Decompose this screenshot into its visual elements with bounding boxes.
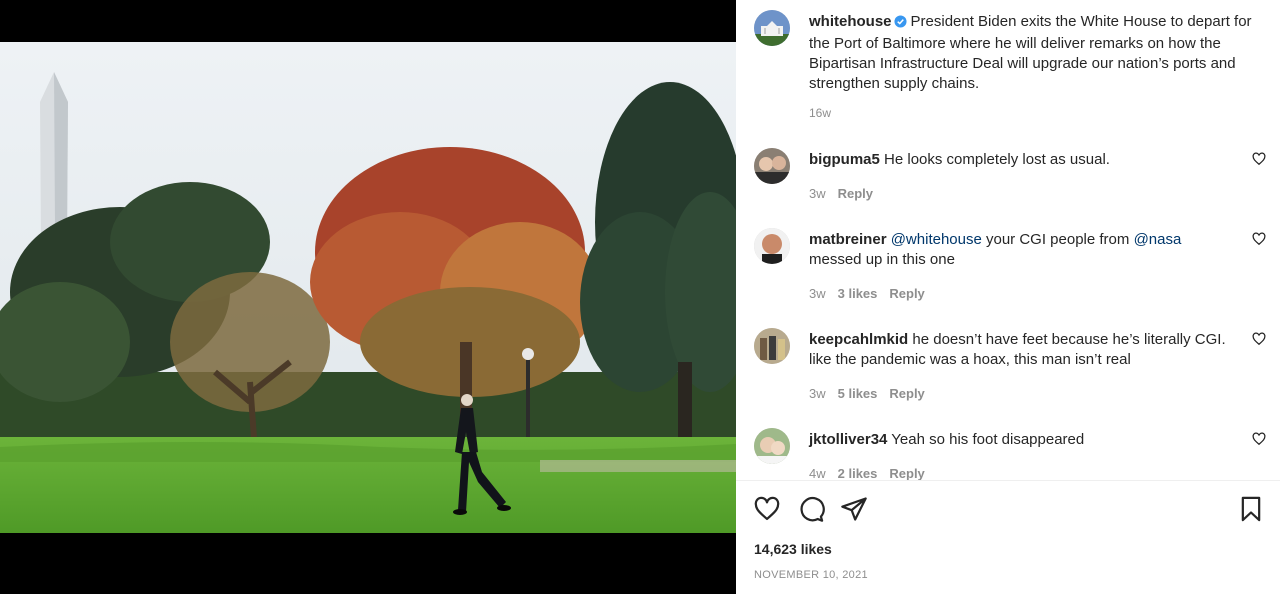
comment-reply-button[interactable]: Reply	[889, 466, 924, 480]
comment-likes[interactable]: 3 likes	[838, 286, 878, 301]
comment-item: keepcahlmkid he doesn’t have feet becaus…	[736, 326, 1280, 416]
heart-icon[interactable]	[1252, 232, 1266, 246]
comment-username[interactable]: keepcahlmkid	[809, 331, 908, 348]
whitehouse-avatar[interactable]	[754, 10, 790, 46]
comment-reply-button[interactable]: Reply	[889, 386, 924, 401]
comment-meta: 3w 3 likes Reply	[809, 286, 937, 301]
commenter-avatar[interactable]	[754, 148, 790, 184]
comment-reply-button[interactable]: Reply	[838, 186, 873, 201]
post-like-count[interactable]: 14,623 likes	[754, 541, 832, 557]
comment-item: jktolliver34 Yeah so his foot disappeare…	[736, 426, 1280, 480]
caption-username[interactable]: whitehouse	[809, 13, 892, 30]
comment-bubble-icon[interactable]	[797, 495, 825, 523]
comment-mention[interactable]: @nasa	[1134, 231, 1182, 248]
commenter-avatar[interactable]	[754, 428, 790, 464]
comment-likes[interactable]: 5 likes	[838, 386, 878, 401]
comment-meta: 3w 5 likes Reply	[809, 386, 937, 401]
comment-mention[interactable]: @whitehouse	[891, 231, 982, 248]
comment-time[interactable]: 3w	[809, 386, 826, 401]
commenter-avatar[interactable]	[754, 328, 790, 364]
post-action-bar	[736, 481, 1280, 541]
comment-username[interactable]: bigpuma5	[809, 151, 880, 168]
comment-username[interactable]: jktolliver34	[809, 431, 887, 448]
comment-body: your CGI people from	[981, 231, 1134, 248]
comment-body: Yeah so his foot disappeared	[891, 431, 1085, 448]
post-sidebar: whitehouse President Biden exits the Whit…	[736, 0, 1280, 594]
post-media	[0, 0, 736, 594]
comment-reply-button[interactable]: Reply	[889, 286, 924, 301]
white-house-lawn-photo	[0, 42, 736, 533]
caption-time[interactable]: 16w	[809, 106, 831, 120]
comment-likes[interactable]: 2 likes	[838, 466, 878, 480]
comment-time[interactable]: 4w	[809, 466, 826, 480]
comment-username[interactable]: matbreiner	[809, 231, 887, 248]
comment-time[interactable]: 3w	[809, 186, 826, 201]
comments-scroll-area[interactable]: whitehouse President Biden exits the Whit…	[736, 0, 1280, 480]
comment-time[interactable]: 3w	[809, 286, 826, 301]
caption-text: whitehouse President Biden exits the Whit…	[809, 12, 1259, 94]
comment-item: matbreiner @whitehouse your CGI people f…	[736, 226, 1280, 316]
comment-text: keepcahlmkid he doesn’t have feet becaus…	[809, 330, 1234, 370]
comment-meta: 3w Reply	[809, 186, 885, 201]
comment-meta: 4w 2 likes Reply	[809, 466, 937, 480]
post-photo[interactable]	[0, 42, 736, 533]
comment-body: messed up in this one	[809, 251, 955, 268]
heart-icon[interactable]	[753, 495, 781, 523]
bookmark-icon[interactable]	[1237, 495, 1265, 523]
comment-text: matbreiner @whitehouse your CGI people f…	[809, 230, 1234, 270]
paper-plane-icon[interactable]	[840, 495, 868, 523]
post-date: NOVEMBER 10, 2021	[754, 569, 868, 581]
heart-icon[interactable]	[1252, 432, 1266, 446]
comment-item: bigpuma5 He looks completely lost as usu…	[736, 146, 1280, 236]
verified-badge-icon	[893, 14, 907, 34]
heart-icon[interactable]	[1252, 152, 1266, 166]
comment-body: He looks completely lost as usual.	[884, 151, 1110, 168]
commenter-avatar[interactable]	[754, 228, 790, 264]
heart-icon[interactable]	[1252, 332, 1266, 346]
comment-text: jktolliver34 Yeah so his foot disappeare…	[809, 430, 1234, 450]
comment-text: bigpuma5 He looks completely lost as usu…	[809, 150, 1234, 170]
